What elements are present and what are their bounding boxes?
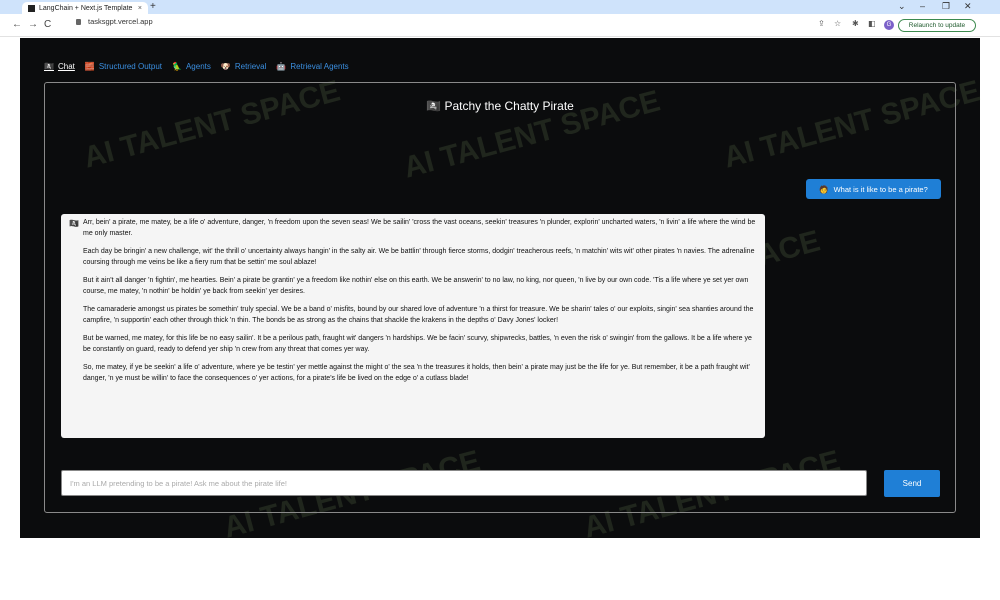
bot-message: 🏴‍☠️ Arr, bein' a pirate, me matey, be a…: [61, 214, 765, 438]
minimize-icon[interactable]: –: [920, 1, 925, 11]
forward-icon[interactable]: →: [28, 19, 38, 30]
browser-tab[interactable]: LangChain + Next.js Template ×: [22, 2, 148, 14]
pirate-flag-icon: 🏴‍☠️: [44, 62, 54, 71]
tab-title: LangChain + Next.js Template: [39, 4, 133, 12]
dog-icon: 🐶: [220, 62, 231, 71]
bot-paragraph: Each day be bringin' a new challenge, wi…: [83, 248, 755, 266]
pirate-flag-icon: 🏴‍☠️: [426, 99, 442, 113]
nav-item-label: Agents: [185, 62, 211, 71]
browser-tab-bar: LangChain + Next.js Template × + ⌄ – ❐ ✕: [0, 0, 1000, 14]
reload-icon[interactable]: C: [44, 19, 51, 30]
user-message-text: What is it like to be a pirate?: [833, 184, 928, 194]
chat-input[interactable]: [61, 470, 867, 496]
side-panel-icon[interactable]: ◧: [868, 19, 876, 28]
nav-item-retrieval[interactable]: 🐶 Retrieval: [221, 62, 267, 71]
nav-item-label: Structured Output: [98, 62, 162, 71]
new-tab-icon[interactable]: +: [150, 1, 156, 12]
url-text: tasksgpt.vercel.app: [88, 17, 153, 26]
window-close-icon[interactable]: ✕: [964, 1, 972, 12]
back-icon[interactable]: ←: [12, 19, 22, 30]
bookmark-star-icon[interactable]: ☆: [834, 19, 841, 28]
top-nav: 🏴‍☠️ Chat 🧱 Structured Output 🦜 Agents 🐶…: [44, 62, 349, 71]
chat-panel: 🏴‍☠️ Patchy the Chatty Pirate 🧑 What is …: [44, 82, 956, 513]
nav-item-agents[interactable]: 🦜 Agents: [172, 62, 211, 71]
bricks-icon: 🧱: [84, 62, 95, 71]
nav-item-label: Chat: [57, 62, 75, 71]
bot-paragraph: The camaraderie amongst us pirates be so…: [83, 306, 754, 324]
profile-avatar[interactable]: G: [884, 20, 894, 30]
extensions-icon[interactable]: ✱: [852, 19, 859, 28]
robot-icon: 🤖: [276, 62, 287, 71]
bot-paragraph: But be warned, me matey, for this life b…: [83, 335, 752, 353]
nav-item-label: Retrieval: [234, 62, 267, 71]
tab-close-icon[interactable]: ×: [138, 5, 142, 12]
nav-item-structured-output[interactable]: 🧱 Structured Output: [85, 62, 162, 71]
site-favicon-icon: [28, 4, 35, 12]
nav-item-chat[interactable]: 🏴‍☠️ Chat: [44, 62, 75, 71]
relaunch-label: Relaunch to update: [908, 22, 966, 29]
bot-paragraph: But it ain't all danger 'n fightin', me …: [83, 277, 749, 295]
page-title-text: Patchy the Chatty Pirate: [444, 99, 574, 113]
parrot-icon: 🦜: [172, 62, 182, 71]
send-button[interactable]: Send: [884, 470, 940, 497]
user-avatar-icon: 🧑: [819, 184, 829, 194]
bot-paragraph: So, me matey, if ye be seekin' a life o'…: [83, 364, 750, 382]
app-container: AI TALENT SPACE AI TALENT SPACE AI TALEN…: [20, 38, 984, 545]
user-message: 🧑 What is it like to be a pirate?: [806, 179, 941, 199]
pirate-flag-icon: 🏴‍☠️: [69, 219, 79, 228]
bot-paragraph: Arr, bein' a pirate, me matey, be a life…: [83, 219, 756, 237]
maximize-icon[interactable]: ❐: [942, 1, 950, 12]
tab-search-icon[interactable]: ⌄: [898, 1, 906, 12]
nav-item-retrieval-agents[interactable]: 🤖 Retrieval Agents: [276, 62, 348, 71]
lock-icon: [76, 18, 81, 25]
relaunch-button[interactable]: Relaunch to update: [898, 19, 976, 32]
nav-item-label: Retrieval Agents: [290, 62, 349, 71]
page-title: 🏴‍☠️ Patchy the Chatty Pirate: [45, 99, 955, 113]
url-field[interactable]: tasksgpt.vercel.app: [76, 17, 153, 26]
share-icon[interactable]: ⇪: [818, 19, 825, 28]
